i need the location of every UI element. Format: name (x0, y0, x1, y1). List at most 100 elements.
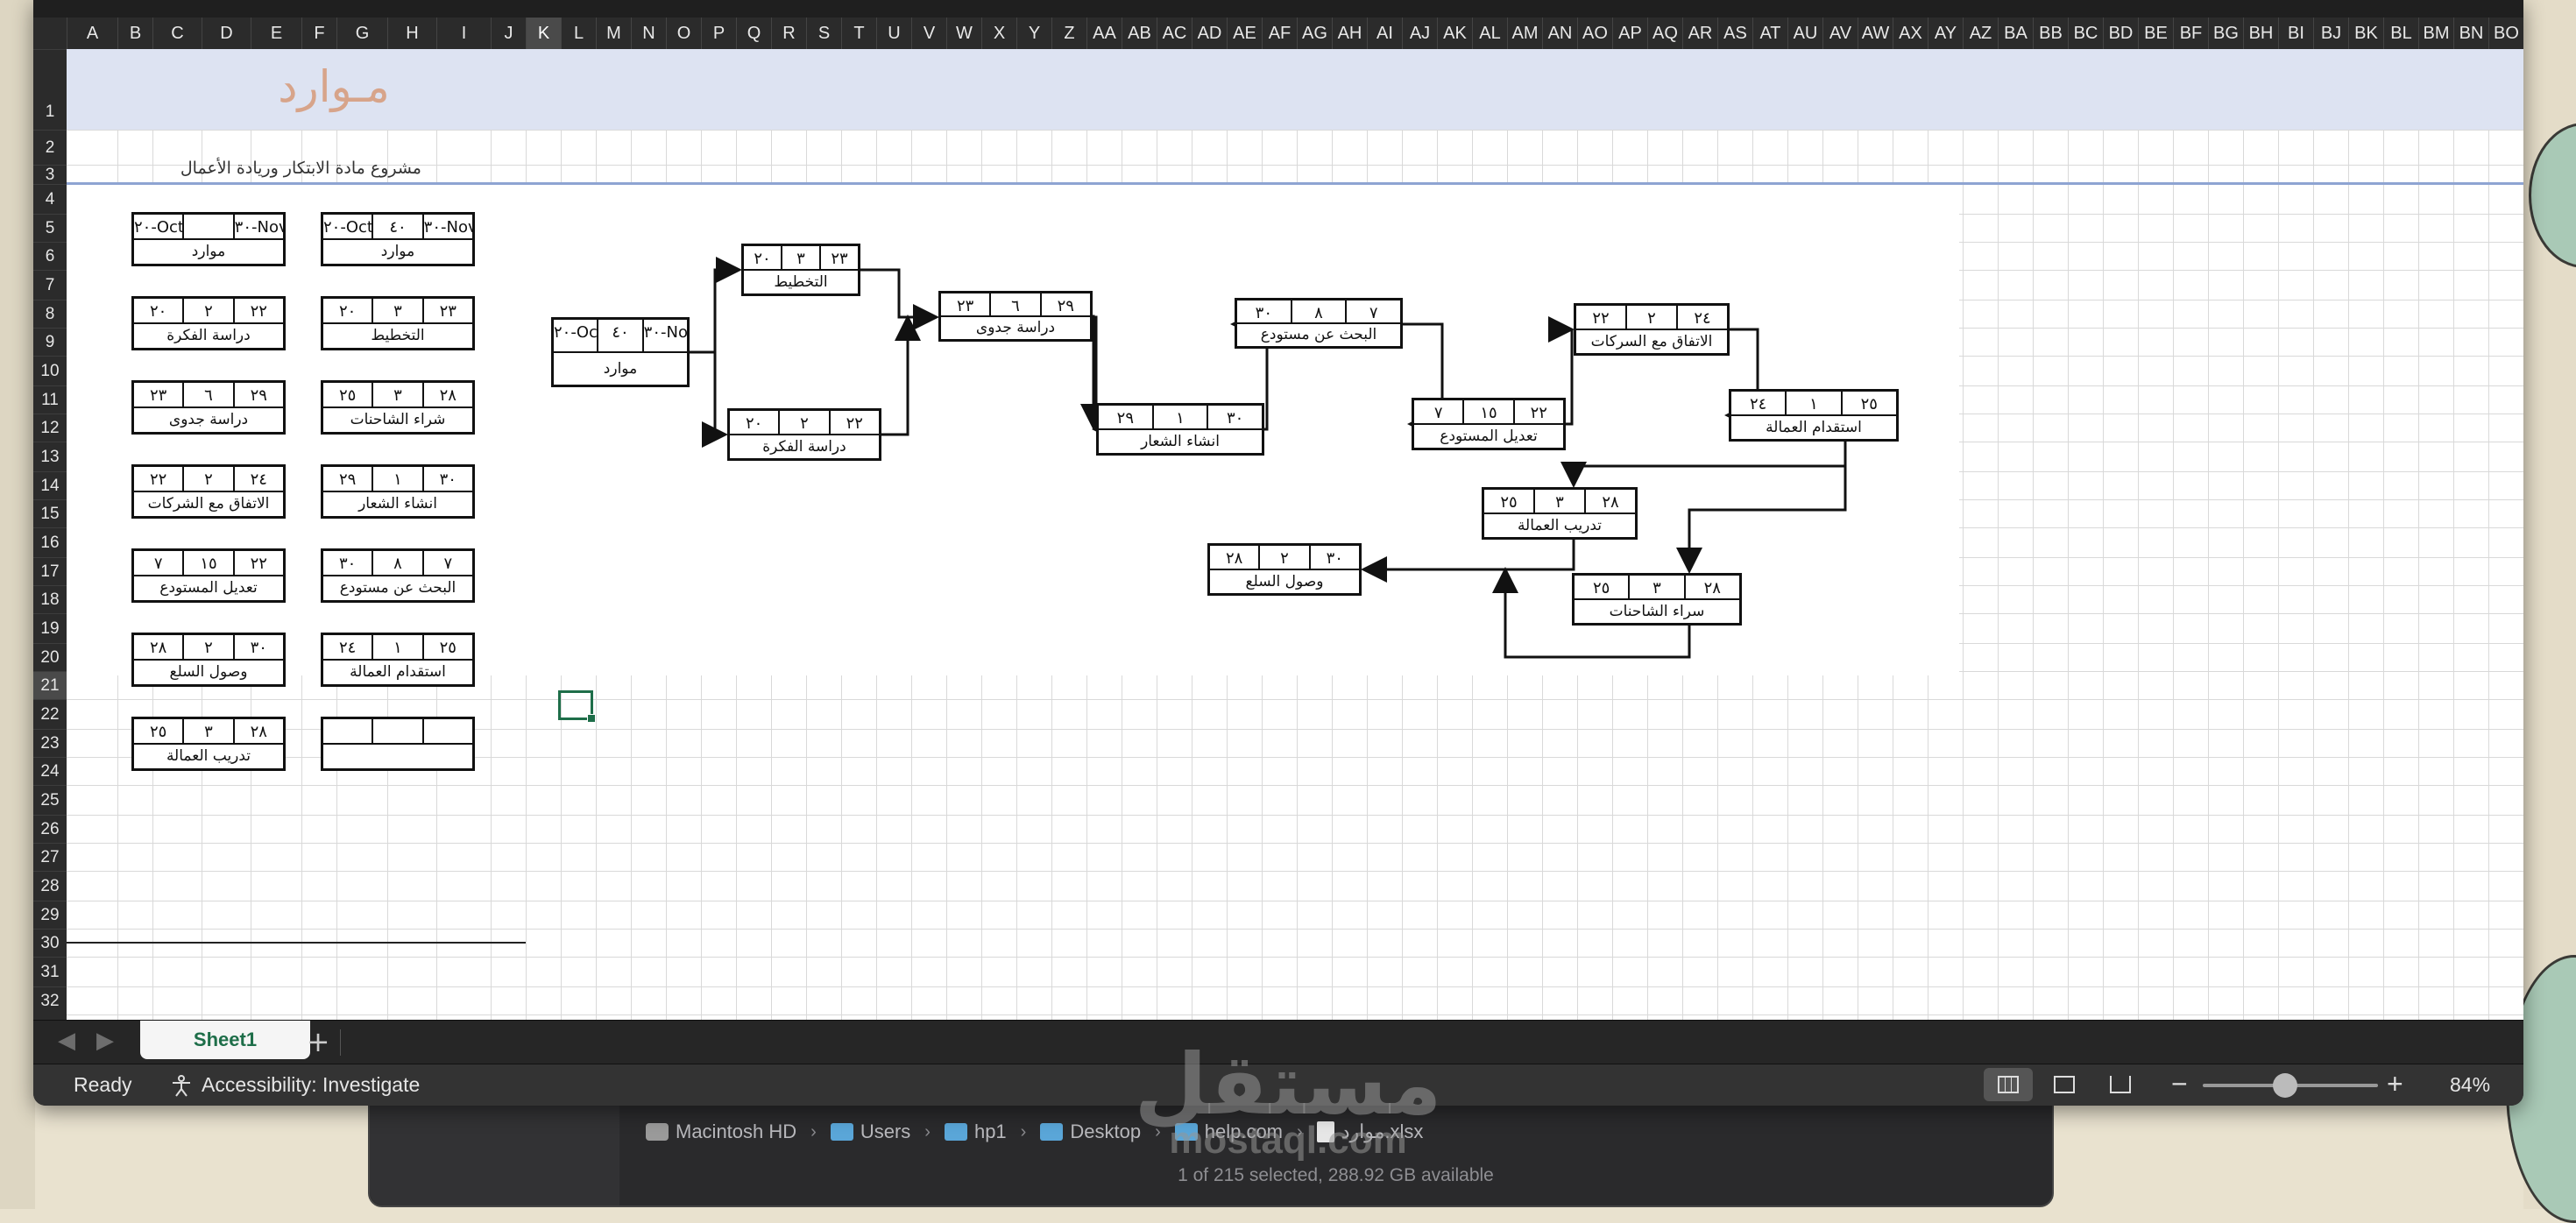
row-header[interactable]: 31 (33, 957, 67, 986)
column-header[interactable]: AA (1086, 18, 1122, 49)
zoom-in-button[interactable]: + (2387, 1068, 2403, 1100)
column-header[interactable]: Z (1051, 18, 1086, 49)
zoom-out-button[interactable]: − (2171, 1068, 2188, 1100)
column-header[interactable]: AM (1507, 18, 1542, 49)
column-header[interactable]: AU (1787, 18, 1822, 49)
row-header[interactable]: 19 (33, 613, 67, 643)
column-header[interactable]: BD (2103, 18, 2138, 49)
column-header[interactable]: L (561, 18, 596, 49)
column-header[interactable]: A (67, 18, 117, 49)
column-header[interactable]: F (301, 18, 336, 49)
column-header[interactable]: AL (1472, 18, 1507, 49)
row-header[interactable]: 7 (33, 270, 67, 300)
path-crumb[interactable]: Desktop (1040, 1120, 1141, 1143)
row-header[interactable]: 5 (33, 214, 67, 242)
row-header[interactable]: 15 (33, 499, 67, 527)
column-header[interactable]: AV (1822, 18, 1858, 49)
column-header[interactable]: G (336, 18, 387, 49)
row-header[interactable]: 11 (33, 385, 67, 414)
page-layout-view-button[interactable] (2040, 1068, 2089, 1101)
column-header[interactable]: AH (1332, 18, 1367, 49)
row-header[interactable]: 22 (33, 699, 67, 729)
column-header[interactable]: AZ (1963, 18, 1998, 49)
row-header[interactable]: 8 (33, 300, 67, 328)
path-crumb[interactable]: hp1 (944, 1120, 1007, 1143)
column-header[interactable]: AO (1577, 18, 1612, 49)
row-header[interactable]: 20 (33, 643, 67, 671)
spreadsheet-grid[interactable]: مـوارد مشروع مادة الابتكار وريادة الأعما… (67, 49, 2523, 1020)
zoom-level[interactable]: 84% (2450, 1073, 2490, 1097)
path-crumb[interactable]: Macintosh HD (646, 1120, 796, 1143)
column-header[interactable]: AG (1297, 18, 1332, 49)
column-header[interactable]: J (491, 18, 526, 49)
row-header[interactable]: 18 (33, 585, 67, 613)
path-crumb[interactable]: Users (830, 1120, 910, 1143)
row-header[interactable]: 24 (33, 757, 67, 785)
column-header[interactable]: AP (1612, 18, 1647, 49)
zoom-slider-handle[interactable] (2273, 1073, 2297, 1098)
row-header[interactable]: 28 (33, 871, 67, 901)
row-header[interactable]: 23 (33, 729, 67, 757)
column-header[interactable]: BL (2383, 18, 2418, 49)
column-header[interactable]: AB (1122, 18, 1157, 49)
next-sheet-icon[interactable]: ▶ (96, 1028, 114, 1054)
normal-view-button[interactable] (1984, 1068, 2033, 1101)
row-header[interactable]: 13 (33, 442, 67, 471)
row-header[interactable]: 2 (33, 130, 67, 165)
column-header[interactable]: R (771, 18, 806, 49)
column-header[interactable]: AC (1157, 18, 1192, 49)
column-header[interactable]: O (666, 18, 701, 49)
row-header[interactable]: 6 (33, 242, 67, 270)
column-header[interactable]: BA (1998, 18, 2033, 49)
column-header[interactable]: AY (1928, 18, 1963, 49)
column-header[interactable]: D (202, 18, 251, 49)
selected-cell[interactable] (558, 690, 596, 723)
column-header[interactable]: BE (2138, 18, 2173, 49)
row-header[interactable]: 25 (33, 785, 67, 815)
column-header[interactable]: Q (736, 18, 771, 49)
column-header[interactable]: AR (1682, 18, 1717, 49)
add-sheet-button[interactable]: + (296, 1024, 340, 1059)
row-header[interactable]: 30 (33, 929, 67, 957)
column-header[interactable]: T (841, 18, 876, 49)
column-header[interactable]: AX (1893, 18, 1928, 49)
row-header[interactable]: 3 (33, 165, 67, 184)
column-header[interactable]: AS (1717, 18, 1752, 49)
column-header[interactable]: AD (1192, 18, 1227, 49)
column-header[interactable]: AF (1262, 18, 1297, 49)
column-header[interactable]: P (701, 18, 736, 49)
row-header[interactable]: 16 (33, 527, 67, 557)
column-header[interactable]: H (387, 18, 436, 49)
row-header[interactable]: 29 (33, 901, 67, 929)
column-header[interactable]: M (596, 18, 631, 49)
column-header[interactable]: BJ (2313, 18, 2348, 49)
column-header[interactable]: U (876, 18, 911, 49)
column-header[interactable]: AK (1437, 18, 1472, 49)
tab-sheet1[interactable]: Sheet1 (140, 1021, 310, 1059)
column-header[interactable]: V (911, 18, 946, 49)
row-header[interactable]: 10 (33, 356, 67, 385)
column-header[interactable]: BF (2173, 18, 2208, 49)
row-header[interactable]: 26 (33, 815, 67, 843)
accessibility-status[interactable]: Accessibility: Investigate (170, 1073, 420, 1097)
column-header[interactable]: C (152, 18, 202, 49)
prev-sheet-icon[interactable]: ◀ (58, 1028, 75, 1054)
column-header[interactable]: AJ (1402, 18, 1437, 49)
column-header[interactable]: BI (2278, 18, 2313, 49)
row-header[interactable]: 32 (33, 986, 67, 1014)
column-header[interactable]: X (981, 18, 1016, 49)
column-header[interactable]: BK (2348, 18, 2383, 49)
column-header[interactable]: E (251, 18, 301, 49)
page-break-view-button[interactable] (2096, 1068, 2145, 1101)
column-header[interactable]: AN (1542, 18, 1577, 49)
column-header[interactable]: W (946, 18, 981, 49)
column-header[interactable]: AI (1367, 18, 1402, 49)
path-crumb[interactable]: موارد.xlsx (1316, 1120, 1423, 1143)
row-header[interactable]: 4 (33, 184, 67, 214)
column-header[interactable]: BN (2453, 18, 2488, 49)
column-header[interactable]: AT (1752, 18, 1787, 49)
row-header[interactable]: 14 (33, 471, 67, 499)
row-header[interactable]: 21 (33, 671, 67, 699)
column-header[interactable]: AE (1227, 18, 1262, 49)
column-header[interactable]: BG (2208, 18, 2243, 49)
